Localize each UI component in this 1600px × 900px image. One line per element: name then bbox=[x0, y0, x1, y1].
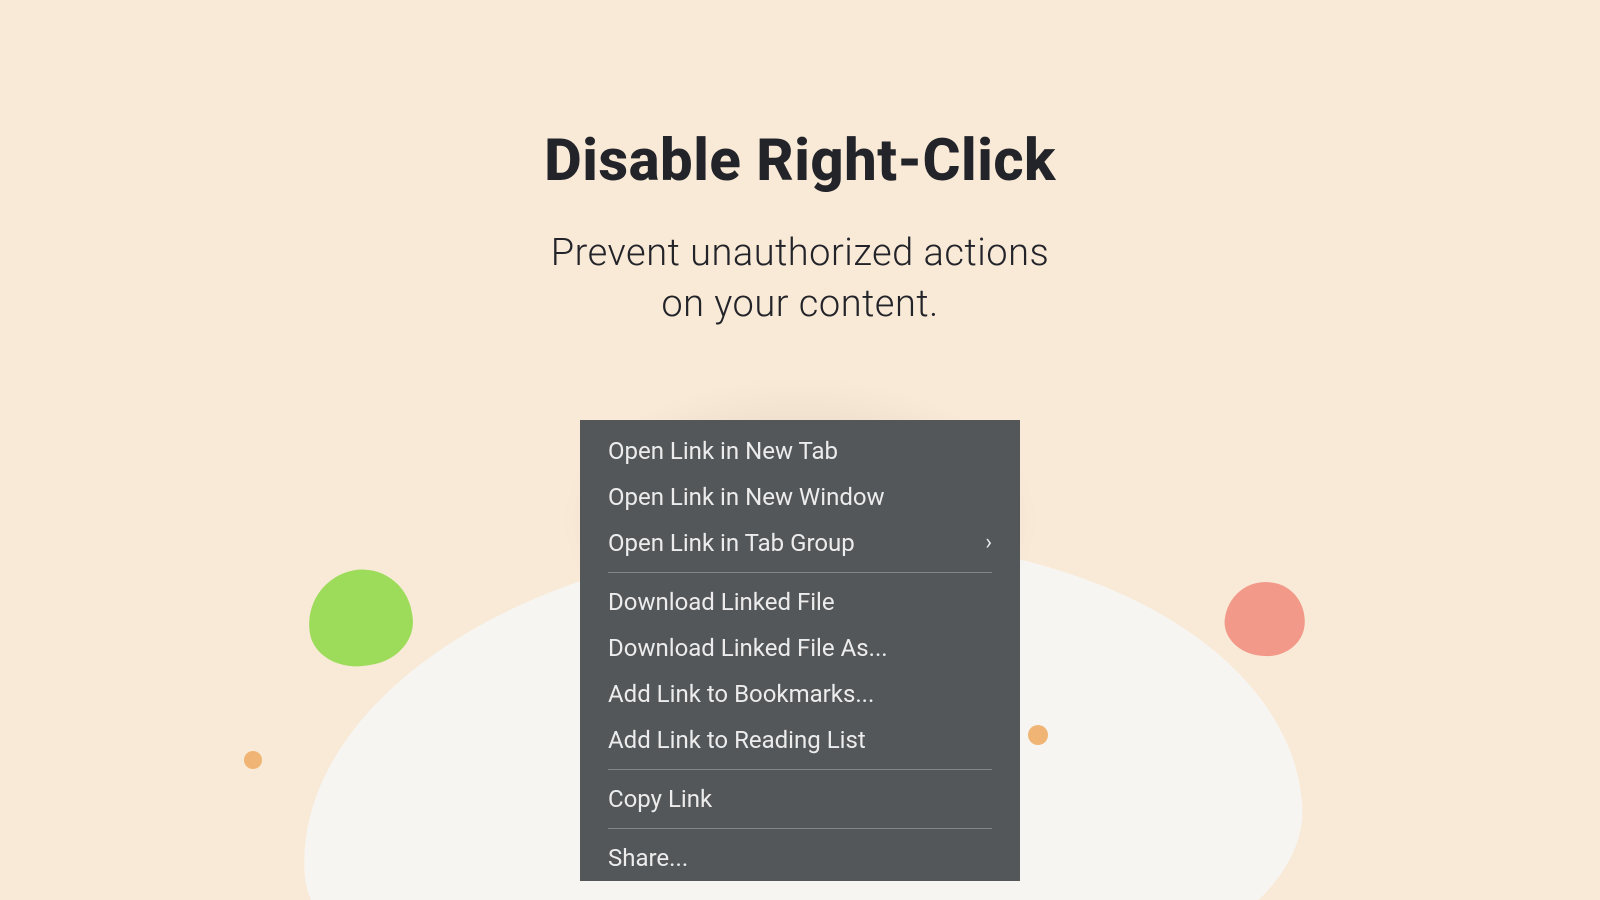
context-menu-separator bbox=[608, 769, 992, 770]
context-menu-item-label: Share... bbox=[608, 846, 688, 870]
context-menu: Open Link in New Tab Open Link in New Wi… bbox=[580, 420, 1020, 881]
context-menu-item-open-new-tab[interactable]: Open Link in New Tab bbox=[580, 428, 1020, 474]
context-menu-item-label: Add Link to Bookmarks... bbox=[608, 682, 874, 706]
context-menu-item-label: Download Linked File As... bbox=[608, 636, 888, 660]
decorative-blob-red bbox=[1221, 578, 1308, 660]
page-title-text: Disable Right-Click bbox=[544, 127, 1056, 195]
title-area: Disable Right-Click bbox=[0, 130, 1600, 194]
context-menu-separator bbox=[608, 572, 992, 573]
context-menu-item-open-tab-group[interactable]: Open Link in Tab Group › bbox=[580, 520, 1020, 566]
context-menu-item-add-link-reading-list[interactable]: Add Link to Reading List bbox=[580, 717, 1020, 763]
context-menu-item-copy-link[interactable]: Copy Link bbox=[580, 776, 1020, 822]
subtitle-line-1: Prevent unauthorized actions bbox=[0, 228, 1600, 279]
context-menu-item-add-link-bookmarks[interactable]: Add Link to Bookmarks... bbox=[580, 671, 1020, 717]
context-menu-item-label: Open Link in New Window bbox=[608, 485, 885, 509]
decorative-dot-orange-left bbox=[244, 751, 262, 769]
context-menu-item-label: Copy Link bbox=[608, 787, 712, 811]
chevron-right-icon: › bbox=[985, 532, 992, 554]
context-menu-item-share[interactable]: Share... bbox=[580, 835, 1020, 881]
promo-illustration: Disable Right-Click Prevent unauthorized… bbox=[0, 0, 1600, 900]
context-menu-item-label: Open Link in New Tab bbox=[608, 439, 838, 463]
context-menu-item-download-linked-file[interactable]: Download Linked File bbox=[580, 579, 1020, 625]
decorative-dot-orange-right bbox=[1028, 725, 1048, 745]
page-subtitle: Prevent unauthorized actions on your con… bbox=[0, 228, 1600, 331]
context-menu-separator bbox=[608, 828, 992, 829]
decorative-blob-green bbox=[300, 562, 419, 675]
context-menu-item-label: Download Linked File bbox=[608, 590, 835, 614]
page-title: Disable Right-Click bbox=[544, 130, 1056, 194]
context-menu-item-download-linked-file-as[interactable]: Download Linked File As... bbox=[580, 625, 1020, 671]
context-menu-item-open-new-window[interactable]: Open Link in New Window bbox=[580, 474, 1020, 520]
context-menu-item-label: Open Link in Tab Group bbox=[608, 531, 855, 555]
subtitle-line-2: on your content. bbox=[0, 279, 1600, 330]
context-menu-item-label: Add Link to Reading List bbox=[608, 728, 866, 752]
